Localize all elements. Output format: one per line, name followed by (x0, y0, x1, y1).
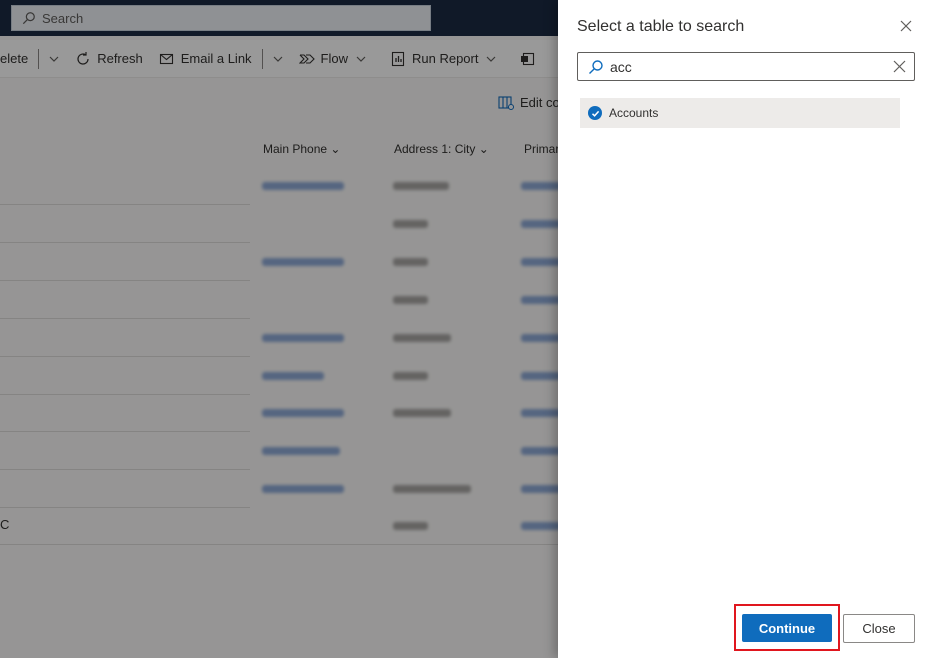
checkmark-icon (588, 106, 602, 120)
panel-close-button[interactable] (897, 17, 915, 35)
table-search-input[interactable] (610, 58, 880, 75)
close-button[interactable]: Close (843, 614, 915, 643)
continue-button[interactable]: Continue (742, 614, 832, 642)
panel-title: Select a table to search (577, 18, 745, 35)
close-icon (900, 20, 912, 32)
select-table-panel: Select a table to search Accounts Contin… (558, 0, 935, 658)
clear-icon[interactable] (893, 60, 906, 73)
table-option-label: Accounts (609, 106, 659, 120)
modal-overlay[interactable] (0, 0, 558, 658)
table-option-accounts[interactable]: Accounts (580, 98, 900, 128)
table-search-box (577, 52, 915, 81)
search-icon (589, 59, 603, 74)
